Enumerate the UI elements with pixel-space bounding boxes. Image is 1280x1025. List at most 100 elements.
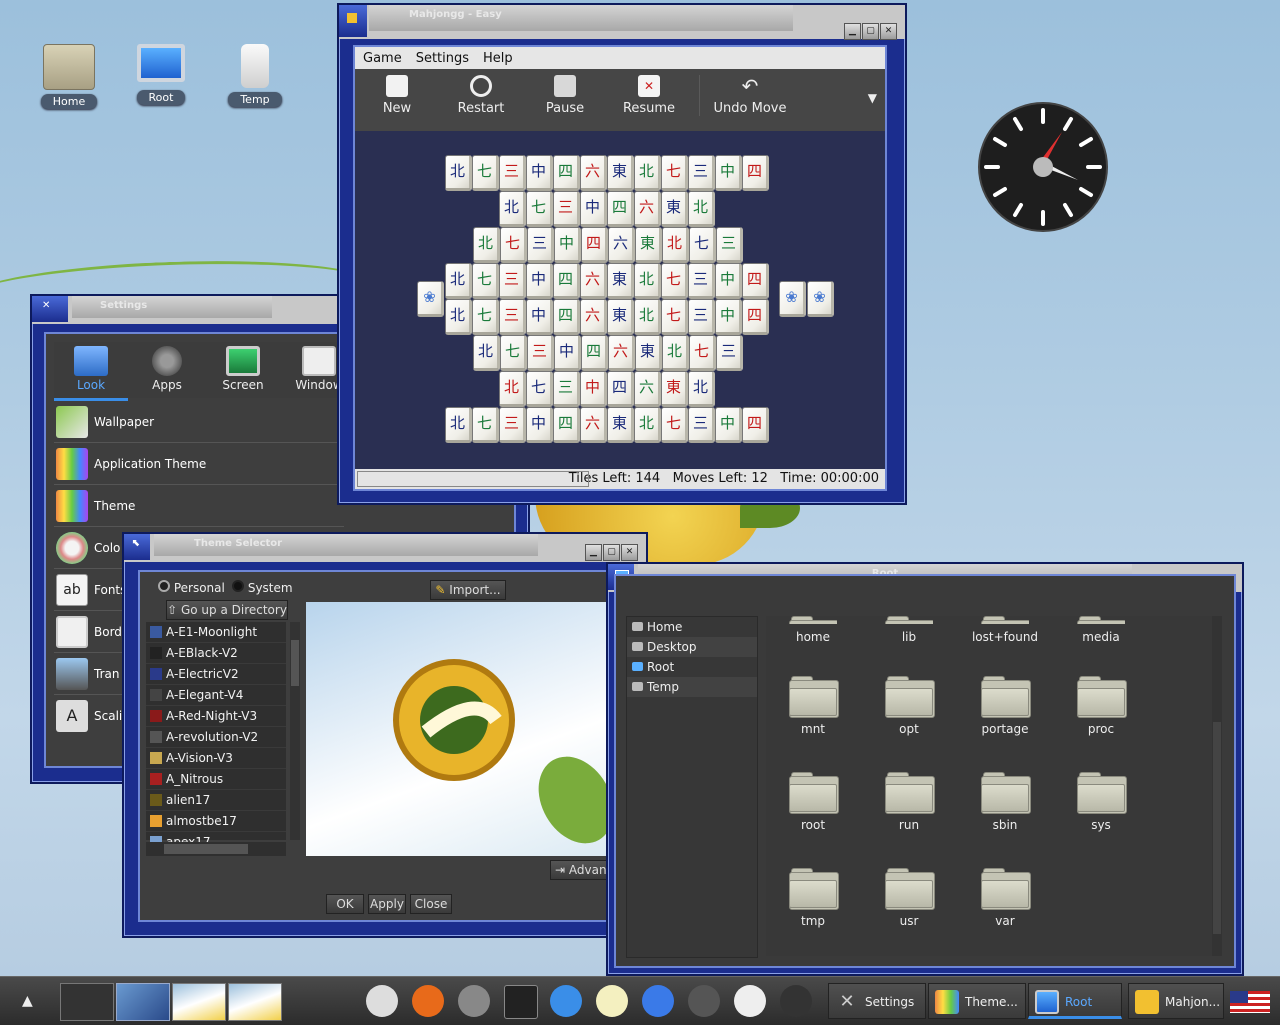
mahjong-tile[interactable]: 中 <box>715 263 742 299</box>
mahjong-tile[interactable]: 北 <box>662 227 689 263</box>
mahjong-tile[interactable]: 六 <box>634 371 661 407</box>
close-dialog-button[interactable]: Close <box>410 894 452 914</box>
speaker-icon[interactable] <box>688 985 720 1017</box>
mahjong-tile[interactable]: 七 <box>472 299 499 335</box>
theme-list-item[interactable]: A-revolution-V2 <box>146 727 286 748</box>
mahjong-tile[interactable]: 七 <box>472 263 499 299</box>
mahjong-tile[interactable]: 七 <box>661 263 688 299</box>
go-up-directory-button[interactable]: ⇧ Go up a Directory <box>166 600 288 620</box>
nav-look[interactable]: Look <box>54 346 128 401</box>
mahjong-tile[interactable]: 中 <box>526 299 553 335</box>
mahjong-tile[interactable]: 北 <box>634 263 661 299</box>
camera-icon[interactable] <box>458 985 490 1017</box>
maximize-button[interactable]: ▢ <box>603 544 620 561</box>
mahjong-tile[interactable]: 三 <box>527 335 554 371</box>
menu-help[interactable]: Help <box>483 51 513 69</box>
mahjong-tile[interactable]: 北 <box>445 155 472 191</box>
folder-item[interactable]: var <box>960 868 1050 928</box>
resume-button[interactable]: ✕ Resume <box>609 75 689 116</box>
mahjong-tile[interactable]: 北 <box>634 299 661 335</box>
minimize-button[interactable]: ▁ <box>585 544 602 561</box>
places-item[interactable]: Temp <box>627 677 757 697</box>
mahjong-tile[interactable]: 東 <box>607 263 634 299</box>
mahjong-tile[interactable]: 北 <box>634 407 661 443</box>
mahjong-tile[interactable]: 東 <box>661 371 688 407</box>
mahjong-tile[interactable]: 四 <box>581 227 608 263</box>
mahjong-tile[interactable]: 三 <box>688 407 715 443</box>
folder-item[interactable]: home <box>768 616 858 644</box>
mahjong-tile[interactable]: 三 <box>553 371 580 407</box>
mahjong-tile[interactable]: 中 <box>580 191 607 227</box>
mahjong-tile[interactable]: 中 <box>526 155 553 191</box>
mahjongg-titlebar[interactable]: Mahjongg - Easy ▁ ▢ ✕ <box>339 5 905 40</box>
mahjong-tile[interactable]: 三 <box>716 335 743 371</box>
hscrollbar-thumb[interactable] <box>164 844 248 854</box>
mahjong-tile[interactable]: 六 <box>580 299 607 335</box>
folder-item[interactable]: portage <box>960 676 1050 736</box>
mahjong-tile[interactable]: 四 <box>553 155 580 191</box>
nav-apps[interactable]: Apps <box>130 346 204 392</box>
mahjong-tile[interactable]: 北 <box>634 155 661 191</box>
mahjong-tile[interactable]: 中 <box>715 155 742 191</box>
places-item[interactable]: Desktop <box>627 637 757 657</box>
desktop-icon-temp[interactable]: Temp <box>210 44 300 107</box>
theme-selector-titlebar[interactable]: ⬉ Theme Selector ▁ ▢ ✕ <box>124 534 646 562</box>
theme-list-scrollbar[interactable] <box>290 622 300 840</box>
mahjong-tile[interactable]: 四 <box>742 155 769 191</box>
mahjong-tile[interactable]: 東 <box>635 227 662 263</box>
mahjong-tile[interactable]: 北 <box>662 335 689 371</box>
mahjong-tile[interactable]: 六 <box>580 155 607 191</box>
mahjong-tile[interactable]: 北 <box>688 371 715 407</box>
menu-game[interactable]: Game <box>363 51 402 69</box>
mahjong-tile[interactable]: 三 <box>499 263 526 299</box>
pause-button[interactable]: Pause <box>525 75 605 116</box>
mahjong-tile[interactable]: 七 <box>500 335 527 371</box>
folder-item[interactable]: usr <box>864 868 954 928</box>
folder-item[interactable]: tmp <box>768 868 858 928</box>
mahjong-tile[interactable]: 六 <box>634 191 661 227</box>
mahjong-tile[interactable]: 六 <box>608 227 635 263</box>
radio-system[interactable]: System <box>232 580 293 595</box>
mahjong-tile[interactable]: 東 <box>607 407 634 443</box>
mahjongg-board[interactable]: 北七三中四六東北七三中四北七三中四六東北北七三中四六東北七三北七三中四六東北七三… <box>355 131 885 467</box>
theme-window-icon[interactable]: ⬉ <box>124 534 150 560</box>
mahjong-tile[interactable]: ❀ <box>417 281 444 317</box>
settings-item-application-theme[interactable]: Application Theme <box>54 444 344 485</box>
pager-desktop-2[interactable] <box>116 983 170 1021</box>
desktop-icon-home[interactable]: Home <box>24 44 114 109</box>
mahjong-tile[interactable]: 北 <box>499 191 526 227</box>
theme-list-item[interactable]: A-Red-Night-V3 <box>146 706 286 727</box>
mahjong-tile[interactable]: 四 <box>553 299 580 335</box>
mahjong-tile[interactable]: 北 <box>445 299 472 335</box>
close-button[interactable]: ✕ <box>621 544 638 561</box>
mahjong-tile[interactable]: 三 <box>688 299 715 335</box>
settings-item-theme[interactable]: Theme <box>54 486 344 527</box>
firefox-icon[interactable] <box>412 985 444 1017</box>
nav-screen[interactable]: Screen <box>206 346 280 392</box>
folder-item[interactable]: mnt <box>768 676 858 736</box>
mahjong-tile[interactable]: 東 <box>635 335 662 371</box>
mahjong-tile[interactable]: 七 <box>526 371 553 407</box>
import-button[interactable]: ✎ Import... <box>430 580 506 600</box>
mahjong-tile[interactable]: 六 <box>608 335 635 371</box>
mahjong-tile[interactable]: 四 <box>581 335 608 371</box>
theme-list-item[interactable]: A-Elegant-V4 <box>146 685 286 706</box>
mahjong-tile[interactable]: 北 <box>473 227 500 263</box>
mahjong-tile[interactable]: 四 <box>742 407 769 443</box>
file-view-scrollbar[interactable] <box>1212 616 1222 956</box>
mahjong-tile[interactable]: 三 <box>527 227 554 263</box>
theme-list-item[interactable]: A-ElectricV2 <box>146 664 286 685</box>
ok-button[interactable]: OK <box>326 894 364 914</box>
mahjong-tile[interactable]: 四 <box>553 263 580 299</box>
exclamation-icon[interactable] <box>734 985 766 1017</box>
folder-item[interactable]: media <box>1056 616 1146 644</box>
theme-list-item[interactable]: alien17 <box>146 790 286 811</box>
terminal-icon[interactable] <box>504 985 538 1019</box>
folder-item[interactable]: lib <box>864 616 954 644</box>
mahjong-tile[interactable]: 北 <box>688 191 715 227</box>
mahjong-tile[interactable]: 三 <box>688 263 715 299</box>
close-button[interactable]: ✕ <box>880 23 897 40</box>
folder-item[interactable]: opt <box>864 676 954 736</box>
theme-list-item[interactable]: A-E1-Moonlight <box>146 622 286 643</box>
scrollbar-thumb[interactable] <box>291 640 299 686</box>
